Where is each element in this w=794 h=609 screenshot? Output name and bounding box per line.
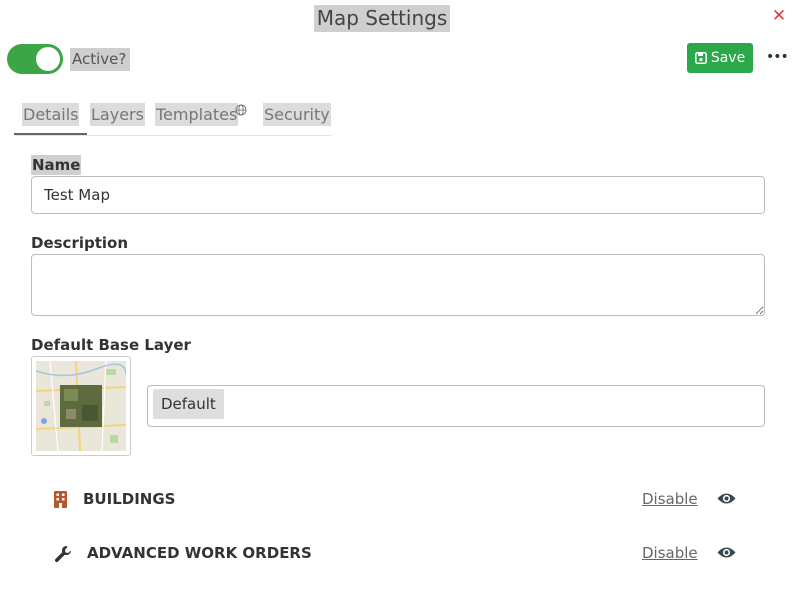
wrench-icon [54, 545, 72, 567]
tab-security[interactable]: Security [263, 103, 331, 126]
eye-icon[interactable] [717, 491, 736, 510]
map-thumbnail-image [36, 361, 126, 451]
disable-link[interactable]: Disable [642, 490, 698, 508]
tab-layers[interactable]: Layers [90, 103, 145, 126]
name-input[interactable] [31, 176, 765, 214]
active-label: Active? [70, 48, 130, 71]
name-label: Name [31, 155, 82, 175]
page-title: Map Settings [314, 5, 450, 32]
globe-icon [235, 101, 247, 120]
description-label: Description [31, 234, 129, 252]
disable-link[interactable]: Disable [642, 544, 698, 562]
layer-row-label: BUILDINGS [83, 490, 176, 508]
tab-details[interactable]: Details [13, 103, 89, 135]
active-toggle[interactable] [7, 44, 63, 74]
tab-templates[interactable]: Templates [155, 103, 239, 126]
layer-row-label: ADVANCED WORK ORDERS [87, 544, 312, 562]
base-layer-select[interactable] [147, 385, 765, 427]
save-icon [694, 52, 707, 64]
toggle-knob [36, 47, 60, 71]
base-layer-thumbnail[interactable] [31, 356, 131, 456]
save-label: Save [710, 50, 746, 66]
description-textarea[interactable] [31, 254, 765, 316]
close-icon[interactable]: ✕ [771, 6, 787, 26]
save-button[interactable]: Save [687, 43, 753, 73]
base-layer-chip[interactable]: Default [153, 389, 224, 419]
ellipsis-icon[interactable]: ••• [766, 48, 789, 66]
tab-bar: Details Layers Templates Security [13, 100, 332, 136]
base-layer-label: Default Base Layer [31, 336, 191, 354]
building-icon [54, 491, 67, 512]
eye-icon[interactable] [717, 545, 736, 564]
